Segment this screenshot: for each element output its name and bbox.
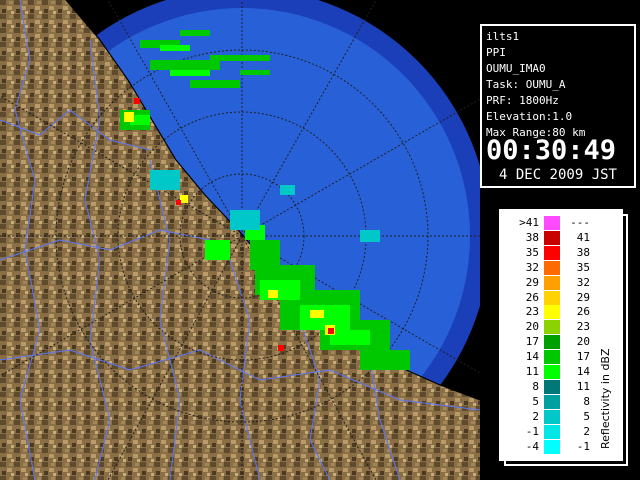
legend-color-swatch [544,245,560,260]
prf-value: PRF: 1800Hz [486,94,559,107]
legend-upper-bound: 20 [576,335,590,349]
site-name: ilts1 [486,30,520,43]
legend-upper-bound: 5 [583,409,590,423]
legend-color-swatch [544,260,560,275]
scan-date: 4 DEC 2009 JST [498,167,617,183]
legend-upper-bound: 26 [576,305,590,319]
legend-lower-bound: 26 [525,290,539,304]
legend-upper-bound: 17 [576,350,590,364]
task-name: Task: OUMU_A [486,78,566,91]
legend-upper-bound: 38 [576,245,590,259]
elevation-value: Elevation:1.0 [486,110,573,123]
legend-unit-label: Reflectivity in dBZ [599,348,612,449]
legend-lower-bound: -4 [525,439,539,453]
legend-upper-bound: 41 [576,230,590,244]
legend-upper-bound: 32 [576,275,590,289]
legend-upper-bound: 35 [576,260,590,274]
legend-lower-bound: 11 [525,365,539,378]
legend-color-swatch [544,335,560,350]
legend-lower-bound: 23 [525,305,539,319]
product-name: OUMU_IMA0 [486,62,546,75]
legend-upper-bound: 23 [576,320,590,334]
legend-lower-bound: 2 [532,409,539,423]
legend-upper-bound: 29 [576,290,590,304]
legend-upper-bound: -1 [576,439,590,453]
legend-color-swatch [544,305,560,320]
scan-mode: PPI [486,46,506,59]
legend-lower-bound: 29 [525,275,539,289]
scan-info-panel: ilts1 PPI OUMU_IMA0 Task: OUMU_A PRF: 18… [480,24,636,188]
legend-lower-bound: 32 [525,260,539,274]
legend-color-swatch [544,424,560,439]
legend-color-swatch [544,394,560,409]
legend-lower-bound: >41 [519,216,539,229]
legend-upper-bound: 11 [576,379,590,393]
legend-lower-bound: 38 [525,230,539,244]
legend-lower-bound: 17 [525,335,539,349]
legend-color-swatch [544,290,560,305]
reflectivity-legend: >41 --- 38 41 35 38 32 35 29 32 26 29 23 26 20 23 17 20 14… [499,209,623,461]
legend-color-swatch [544,216,560,230]
radar-map [0,0,480,480]
legend-color-swatch [544,379,560,394]
legend-color-swatch [544,320,560,335]
legend-upper-bound: 14 [576,365,590,378]
legend-color-swatch [544,230,560,245]
scan-time: 00:30:49 [486,135,617,166]
legend-lower-bound: 8 [532,379,539,393]
legend-upper-bound: 2 [583,424,590,438]
legend-color-swatch [544,275,560,290]
legend-lower-bound: 14 [525,350,539,364]
legend-color-swatch [544,350,560,365]
legend-color-swatch [544,439,560,454]
legend-color-swatch [544,365,560,379]
legend-upper-bound: 8 [583,394,590,408]
legend-lower-bound: 20 [525,320,539,334]
legend-color-swatch [544,409,560,424]
legend-lower-bound: -1 [525,424,539,438]
legend-lower-bound: 35 [525,245,539,259]
legend-upper-bound: --- [570,216,590,229]
legend-lower-bound: 5 [532,394,539,408]
